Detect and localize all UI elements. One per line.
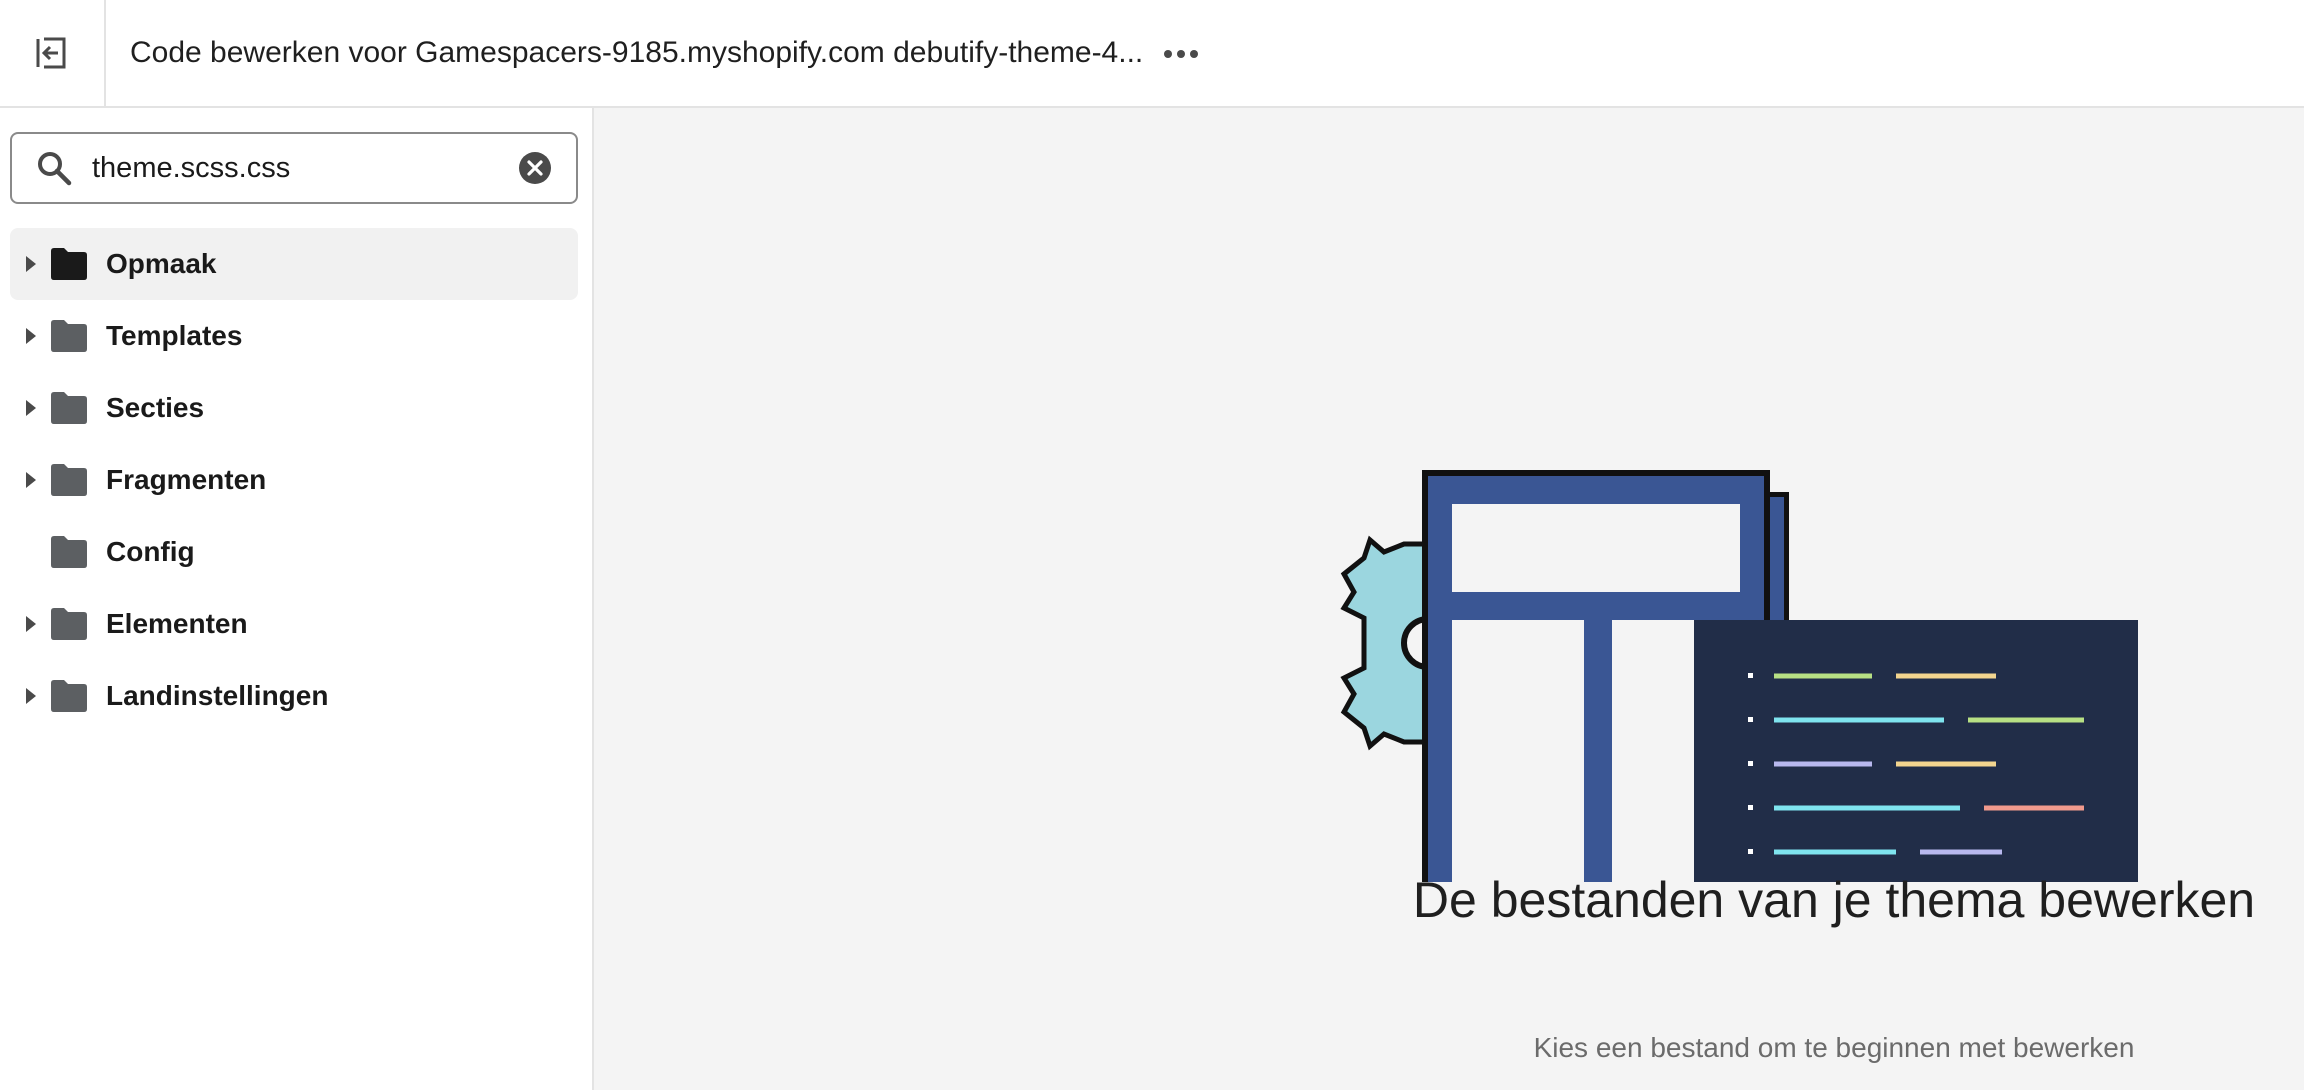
folder-icon	[51, 392, 87, 424]
folder-tree: Opmaak Templates Secties Fragmenten Config El…	[10, 228, 578, 732]
folder-icon	[51, 320, 87, 352]
folder-item[interactable]: Elementen	[10, 588, 578, 660]
chevron-right-icon[interactable]	[24, 326, 38, 346]
folder-item[interactable]: Secties	[10, 372, 578, 444]
chevron-right-icon[interactable]	[24, 686, 38, 706]
chevron-right-icon[interactable]	[24, 254, 38, 274]
folder-label: Fragmenten	[106, 464, 267, 495]
theme-code-illustration	[1340, 470, 2138, 882]
folder-label: Opmaak	[106, 248, 217, 279]
empty-state-subtitle: Kies een bestand om te beginnen met bewe…	[1533, 1032, 2135, 1063]
more-actions-button[interactable]	[1160, 33, 1202, 75]
page-title: Code bewerken voor Gamespacers-9185.mysh…	[130, 36, 1144, 69]
folder-label: Config	[106, 536, 195, 567]
folder-item[interactable]: Config	[10, 516, 578, 588]
folder-item[interactable]: Opmaak	[10, 228, 578, 300]
folder-label: Elementen	[106, 608, 248, 639]
chevron-right-icon[interactable]	[24, 614, 38, 634]
folder-icon	[51, 608, 87, 640]
folder-label: Landinstellingen	[106, 680, 329, 711]
empty-state-title: De bestanden van je thema bewerken	[1412, 872, 2256, 928]
exit-button[interactable]	[0, 0, 106, 106]
search-icon	[38, 152, 72, 186]
folder-label: Secties	[106, 392, 205, 423]
folder-icon	[51, 536, 87, 568]
editor-area: De bestanden van je thema bewerken Kies …	[594, 108, 2304, 1090]
folder-icon	[51, 680, 87, 712]
folder-item[interactable]: Landinstellingen	[10, 660, 578, 732]
folder-icon	[51, 464, 87, 496]
folder-icon	[51, 248, 87, 280]
search-input[interactable]	[92, 144, 512, 192]
top-bar: Code bewerken voor Gamespacers-9185.mysh…	[0, 0, 2304, 108]
file-sidebar: Opmaak Templates Secties Fragmenten Config El…	[0, 108, 594, 1090]
folder-item[interactable]: Templates	[10, 300, 578, 372]
folder-label: Templates	[106, 320, 243, 351]
exit-icon	[36, 37, 66, 69]
chevron-right-icon[interactable]	[24, 470, 38, 490]
file-search	[10, 132, 578, 204]
folder-item[interactable]: Fragmenten	[10, 444, 578, 516]
clear-circle-icon[interactable]	[518, 151, 552, 185]
more-horizontal-icon	[1164, 50, 1198, 58]
chevron-right-icon[interactable]	[24, 398, 38, 418]
